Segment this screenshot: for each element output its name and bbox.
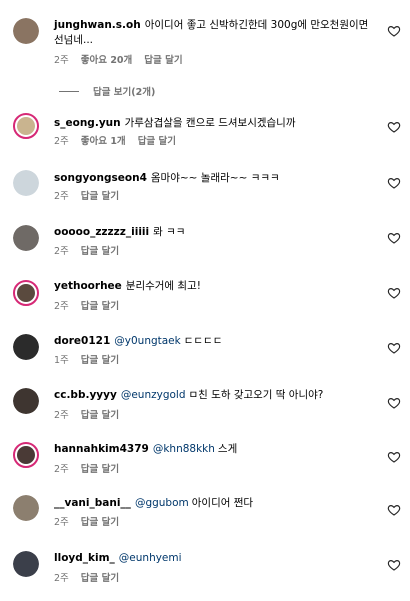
comment-time: 1주 <box>54 355 69 366</box>
comment-username[interactable]: hannahkim4379 <box>54 443 149 455</box>
comment-meta: 2주 답글 달기 <box>54 191 131 203</box>
comment-body: 스게 <box>217 443 238 455</box>
heart-icon[interactable] <box>387 120 401 134</box>
comment-body: 옴마야~~ 놀래라~~ ㅋㅋㅋ <box>150 172 280 184</box>
avatar-image <box>13 551 39 577</box>
avatar-image <box>13 18 39 44</box>
comment-body: 가루삼겹살을 캔으로 드셔보시겠습니까 <box>124 117 296 129</box>
reply-button[interactable]: 답글 달기 <box>81 573 119 584</box>
avatar[interactable] <box>13 18 39 44</box>
comment-text: hannahkim4379 @khn88kkh 스게 <box>54 442 372 457</box>
comment-body: ㅁ친 도하 갖고오기 딱 아니야? <box>188 389 324 401</box>
comment-text: lloyd_kim_ @eunhyemi <box>54 551 372 566</box>
comment-username[interactable]: ooooo_zzzzz_iiiii <box>54 226 149 238</box>
comment-mention[interactable]: @khn88kkh <box>153 443 215 455</box>
comment-time: 2주 <box>54 191 69 202</box>
comment-username[interactable]: junghwan.s.oh <box>54 19 141 31</box>
avatar-image <box>17 446 35 464</box>
avatar-image <box>13 495 39 521</box>
heart-icon[interactable] <box>387 176 401 190</box>
comment-username[interactable]: dore0121 <box>54 335 110 347</box>
comment-text: cc.bb.yyyy @eunzygold ㅁ친 도하 갖고오기 딱 아니야? <box>54 388 372 403</box>
comment-time: 2주 <box>54 301 69 312</box>
comment-body: 분리수거에 최고! <box>125 280 201 292</box>
heart-icon[interactable] <box>387 286 401 300</box>
heart-icon[interactable] <box>387 396 401 410</box>
comment-mention[interactable]: @eunhyemi <box>119 552 182 564</box>
comment-time: 2주 <box>54 464 69 475</box>
comment-username[interactable]: cc.bb.yyyy <box>54 389 117 401</box>
heart-icon[interactable] <box>387 24 401 38</box>
heart-icon[interactable] <box>387 231 401 245</box>
reply-button[interactable]: 답글 달기 <box>81 464 119 475</box>
heart-icon[interactable] <box>387 450 401 464</box>
avatar[interactable] <box>13 334 39 360</box>
comment-username[interactable]: __vani_bani__ <box>54 497 131 509</box>
comment-text: junghwan.s.oh 아이디어 좋고 신박하긴한데 300g에 만오천원이면… <box>54 18 372 48</box>
comment-meta: 2주 답글 달기 <box>54 301 131 313</box>
reply-button[interactable]: 답글 달기 <box>81 355 119 366</box>
comment-meta: 2주 좋아요 20개 답글 달기 <box>54 55 195 67</box>
comment-username[interactable]: s_eong.yun <box>54 117 121 129</box>
comment-time: 2주 <box>54 55 69 66</box>
reply-button[interactable]: 답글 달기 <box>138 136 176 147</box>
comment-meta: 2주 답글 달기 <box>54 246 131 258</box>
comment-likes-count[interactable]: 좋아요 1개 <box>81 136 126 147</box>
avatar[interactable] <box>13 495 39 521</box>
reply-button[interactable]: 답글 달기 <box>81 517 119 528</box>
avatar[interactable] <box>13 388 39 414</box>
comment-mention[interactable]: @ggubom <box>135 497 189 509</box>
avatar[interactable] <box>13 442 39 468</box>
comment-time: 2주 <box>54 517 69 528</box>
comment-username[interactable]: lloyd_kim_ <box>54 552 115 564</box>
comment-meta: 2주 답글 달기 <box>54 410 131 422</box>
avatar[interactable] <box>13 551 39 577</box>
comment-text: songyongseon4 옴마야~~ 놀래라~~ ㅋㅋㅋ <box>54 171 372 186</box>
reply-button[interactable]: 답글 달기 <box>144 55 182 66</box>
reply-button[interactable]: 답글 달기 <box>81 410 119 421</box>
view-replies-button[interactable]: 답글 보기(2개) <box>59 84 155 98</box>
comment-likes-count[interactable]: 좋아요 20개 <box>81 55 133 66</box>
avatar[interactable] <box>13 225 39 251</box>
comment-time: 2주 <box>54 573 69 584</box>
avatar-image <box>17 284 35 302</box>
comment-meta: 2주 답글 달기 <box>54 573 131 585</box>
comment-meta: 1주 답글 달기 <box>54 355 131 367</box>
avatar[interactable] <box>13 113 39 139</box>
comment-text: ooooo_zzzzz_iiiii 롸 ㅋㅋ <box>54 225 372 240</box>
replies-line <box>59 90 79 92</box>
heart-icon[interactable] <box>387 341 401 355</box>
comment-mention[interactable]: @y0ungtaek <box>114 335 180 347</box>
comment-body: 롸 ㅋㅋ <box>153 226 186 238</box>
comment-text: dore0121 @y0ungtaek ㄷㄷㄷㄷ <box>54 334 372 349</box>
comment-time: 2주 <box>54 136 69 147</box>
avatar-image <box>13 388 39 414</box>
avatar[interactable] <box>13 170 39 196</box>
reply-button[interactable]: 답글 달기 <box>81 246 119 257</box>
reply-button[interactable]: 답글 달기 <box>81 191 119 202</box>
avatar-image <box>13 170 39 196</box>
comment-text: yethoorhee 분리수거에 최고! <box>54 279 372 294</box>
comment-meta: 2주 답글 달기 <box>54 517 131 529</box>
comment-text: s_eong.yun 가루삼겹살을 캔으로 드셔보시겠습니까 <box>54 116 372 131</box>
comment-body: ㄷㄷㄷㄷ <box>183 335 223 347</box>
comment-body: 아이디어 쩐다 <box>191 497 254 509</box>
heart-icon[interactable] <box>387 503 401 517</box>
comment-username[interactable]: yethoorhee <box>54 280 122 292</box>
avatar-image <box>13 225 39 251</box>
view-replies-label: 답글 보기(2개) <box>93 87 156 98</box>
comment-username[interactable]: songyongseon4 <box>54 172 147 184</box>
comment-meta: 2주 좋아요 1개 답글 달기 <box>54 136 188 148</box>
avatar[interactable] <box>13 280 39 306</box>
reply-button[interactable]: 답글 달기 <box>81 301 119 312</box>
avatar-image <box>13 334 39 360</box>
comment-time: 2주 <box>54 246 69 257</box>
comment-mention[interactable]: @eunzygold <box>121 389 186 401</box>
comment-meta: 2주 답글 달기 <box>54 464 131 476</box>
avatar-image <box>17 117 35 135</box>
comment-time: 2주 <box>54 410 69 421</box>
heart-icon[interactable] <box>387 558 401 572</box>
comment-text: __vani_bani__ @ggubom 아이디어 쩐다 <box>54 496 372 511</box>
